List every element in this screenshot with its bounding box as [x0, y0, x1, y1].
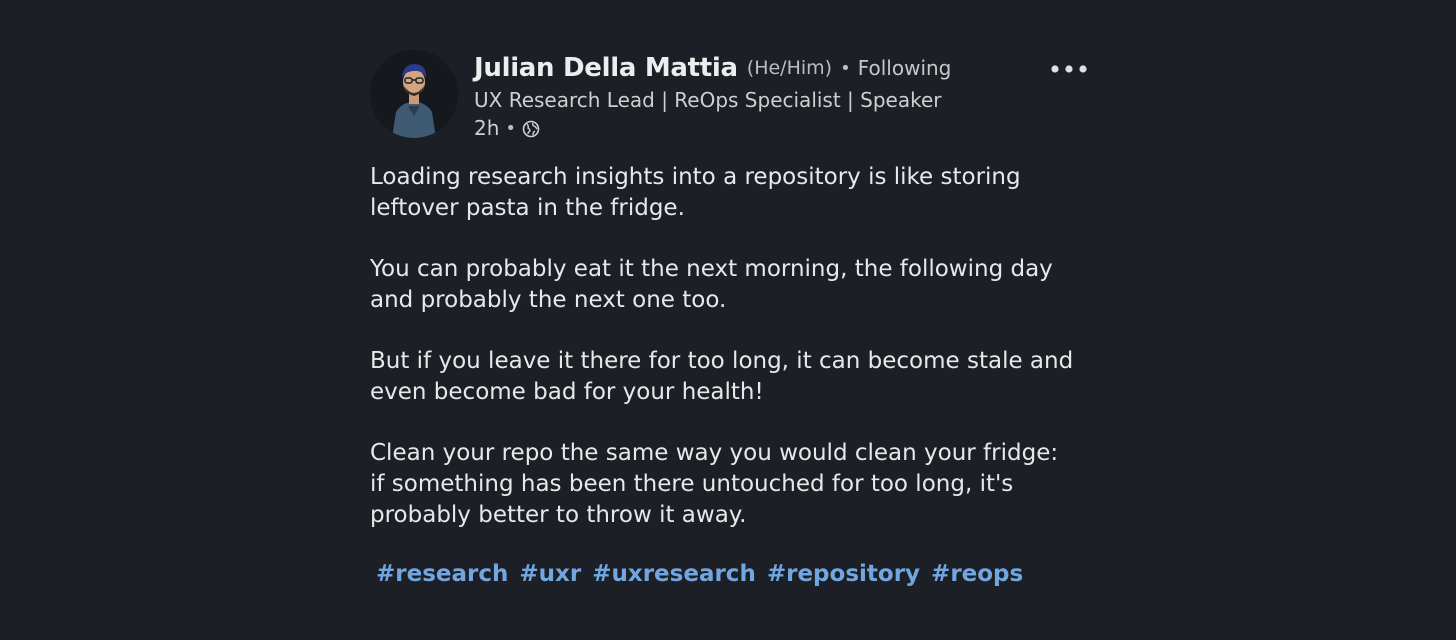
more-options-icon [1051, 65, 1087, 73]
separator-dot: • [840, 57, 851, 79]
post-paragraph: Clean your repo the same way you would c… [370, 440, 1059, 528]
post-paragraph: But if you leave it there for too long, … [370, 348, 1074, 405]
post-timestamp: 2h [474, 116, 500, 140]
post-paragraph: You can probably eat it the next morning… [370, 256, 1053, 313]
hashtag-reops[interactable]: #reops [931, 561, 1023, 587]
author-name-row: Julian Della Mattia (He/Him) • Following [474, 50, 974, 86]
more-options-button[interactable] [1048, 58, 1092, 80]
post-paragraph: Loading research insights into a reposit… [370, 164, 1021, 221]
author-avatar[interactable] [370, 50, 458, 138]
hashtag-list: #research #uxr #uxresearch #repository #… [376, 561, 1026, 587]
globe-icon [522, 119, 540, 138]
hashtag-uxr[interactable]: #uxr [519, 561, 581, 587]
author-pronouns: (He/Him) [746, 57, 833, 79]
post-body: Loading research insights into a reposit… [370, 162, 1100, 561]
avatar-photo [370, 50, 458, 138]
author-name[interactable]: Julian Della Mattia [474, 53, 738, 83]
post-header: Julian Della Mattia (He/Him) • Following… [474, 50, 974, 142]
follow-status[interactable]: Following [858, 56, 952, 80]
post-meta: 2h • [474, 114, 974, 142]
hashtag-research[interactable]: #research [376, 561, 508, 587]
hashtag-uxresearch[interactable]: #uxresearch [592, 561, 756, 587]
author-headline: UX Research Lead | ReOps Specialist | Sp… [474, 88, 942, 112]
hashtag-repository[interactable]: #repository [767, 561, 920, 587]
separator-dot: • [505, 117, 517, 139]
